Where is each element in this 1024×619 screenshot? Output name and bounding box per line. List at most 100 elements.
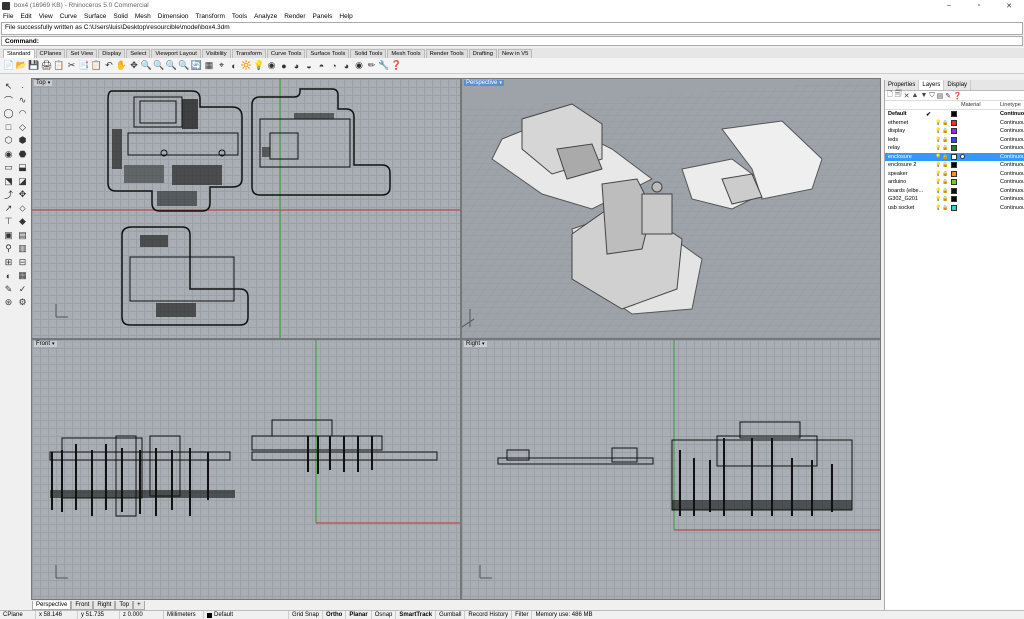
left-tool-22-icon[interactable]: ▣ — [2, 229, 15, 243]
toolbar-tab-visibility[interactable]: Visibility — [201, 49, 231, 58]
panel-tab-display[interactable]: Display — [944, 80, 972, 90]
menu-edit[interactable]: Edit — [20, 13, 31, 20]
toolbar-tool-22-icon[interactable]: ● — [278, 60, 290, 72]
left-tool-13-icon[interactable]: ⬓ — [16, 161, 29, 175]
layer-color-swatch[interactable] — [951, 204, 957, 211]
layer-row[interactable]: boards (elbe... 💡 🔒 Continuou — [885, 187, 1024, 196]
toolbar-tool-19-icon[interactable]: 🔆 — [241, 60, 253, 72]
left-tool-19-icon[interactable]: ⬦ — [16, 202, 29, 216]
viewport-top[interactable]: Top ▾ — [31, 78, 461, 339]
layer-linetype[interactable]: Continuou — [1000, 154, 1024, 160]
toolbar-tool-23-icon[interactable]: ◕ — [291, 60, 303, 72]
lock-icon[interactable]: 🔒 — [942, 188, 948, 194]
left-tool-18-icon[interactable]: ↗ — [2, 202, 15, 216]
left-tool-32-icon[interactable]: ⊛ — [2, 296, 15, 310]
layer-linetype[interactable]: Continuou — [1000, 162, 1024, 168]
menu-view[interactable]: View — [39, 13, 53, 20]
toolbar-tool-0-icon[interactable]: 📄 — [3, 60, 15, 72]
new-sublayer-icon[interactable]: 🗐 — [895, 90, 902, 101]
layer-color-swatch[interactable] — [951, 153, 957, 160]
left-tool-20-icon[interactable]: ⊤ — [2, 215, 15, 229]
menu-file[interactable]: File — [3, 13, 13, 20]
viewport-top-label[interactable]: Top ▾ — [34, 80, 53, 86]
layer-row[interactable]: arduino 💡 🔒 Continuou — [885, 178, 1024, 187]
visibility-bulb-icon[interactable]: 💡 — [935, 145, 941, 151]
layer-row[interactable]: relay 💡 🔒 Continuou — [885, 144, 1024, 153]
viewport-tab-right[interactable]: Right — [93, 600, 116, 610]
menu-tools[interactable]: Tools — [232, 13, 247, 20]
layer-linetype[interactable]: Continuou — [1000, 196, 1024, 202]
left-tool-23-icon[interactable]: ▤ — [16, 229, 29, 243]
menu-analyze[interactable]: Analyze — [254, 13, 277, 20]
toolbar-tool-31-icon[interactable]: ❓ — [391, 60, 403, 72]
gumball-toggle[interactable]: Gumball — [436, 610, 466, 619]
visibility-bulb-icon[interactable]: 💡 — [935, 196, 941, 202]
layer-linetype[interactable]: Continuou — [1000, 205, 1024, 211]
left-tool-1-icon[interactable]: · — [16, 80, 29, 94]
menu-help[interactable]: Help — [339, 13, 352, 20]
left-tool-7-icon[interactable]: ◇ — [16, 121, 29, 135]
toolbar-tool-13-icon[interactable]: 🔍 — [166, 60, 178, 72]
toolbar-tab-viewport-layout[interactable]: Viewport Layout — [151, 49, 201, 58]
visibility-bulb-icon[interactable]: 💡 — [935, 120, 941, 126]
menu-mesh[interactable]: Mesh — [135, 13, 151, 20]
toolbar-tab-new-in-v5[interactable]: New in V5 — [497, 49, 533, 58]
panel-tab-properties[interactable]: Properties — [885, 80, 920, 90]
visibility-bulb-icon[interactable]: 💡 — [935, 171, 941, 177]
layer-color-swatch[interactable] — [951, 111, 957, 118]
toolbar-tool-25-icon[interactable]: ◓ — [316, 60, 328, 72]
layer-color-swatch[interactable] — [951, 170, 957, 177]
toolbar-tool-14-icon[interactable]: 🔍 — [178, 60, 190, 72]
filter-icon[interactable]: ⛉ — [929, 92, 934, 100]
layer-linetype[interactable]: Continuou — [1000, 171, 1024, 177]
toolbar-tool-2-icon[interactable]: 💾 — [28, 60, 40, 72]
toolbar-tool-10-icon[interactable]: ✥ — [128, 60, 140, 72]
close-button[interactable]: ✕ — [994, 0, 1024, 11]
lock-icon[interactable]: 🔒 — [942, 154, 948, 160]
menu-render[interactable]: Render — [284, 13, 305, 20]
viewport-perspective[interactable]: Perspective ▾ — [461, 78, 881, 339]
layer-row[interactable]: enclosure 💡 🔒 Continuou — [885, 152, 1024, 161]
grid-snap-toggle[interactable]: Grid Snap — [289, 610, 324, 619]
left-tool-21-icon[interactable]: ◆ — [16, 215, 29, 229]
left-tool-15-icon[interactable]: ◪ — [16, 175, 29, 189]
toolbar-tool-20-icon[interactable]: 💡 — [253, 60, 265, 72]
visibility-bulb-icon[interactable]: 💡 — [935, 137, 941, 143]
toolbar-tool-26-icon[interactable]: ◔ — [328, 60, 340, 72]
panel-tab-layers[interactable]: Layers — [919, 80, 945, 90]
left-tool-4-icon[interactable]: ◯ — [2, 107, 15, 121]
left-tool-8-icon[interactable]: ⬡ — [2, 134, 15, 148]
toolbar-tool-8-icon[interactable]: ↶ — [103, 60, 115, 72]
toolbar-tab-display[interactable]: Display — [98, 49, 126, 58]
layer-color-swatch[interactable] — [951, 187, 957, 194]
toolbar-tab-surface-tools[interactable]: Surface Tools — [306, 49, 350, 58]
toolbar-tool-4-icon[interactable]: 📋 — [53, 60, 65, 72]
layer-row[interactable]: speaker 💡 🔒 Continuou — [885, 170, 1024, 179]
lock-icon[interactable]: 🔒 — [942, 128, 948, 134]
lock-icon[interactable]: 🔒 — [942, 179, 948, 185]
new-layer-icon[interactable]: 🗋 — [887, 90, 893, 101]
toolbar-tool-18-icon[interactable]: ◐ — [228, 60, 240, 72]
minimize-button[interactable]: – — [934, 0, 964, 11]
visibility-bulb-icon[interactable]: 💡 — [935, 179, 941, 185]
toolbar-tool-9-icon[interactable]: ✋ — [116, 60, 128, 72]
left-tool-10-icon[interactable]: ◉ — [2, 148, 15, 162]
layer-options-icon[interactable]: ▤ — [937, 92, 944, 100]
left-tool-26-icon[interactable]: ⊞ — [2, 256, 15, 270]
left-tool-0-icon[interactable]: ↖ — [2, 80, 15, 94]
layer-color-swatch[interactable] — [951, 196, 957, 203]
layer-row[interactable]: leds 💡 🔒 Continuou — [885, 136, 1024, 145]
viewport-right[interactable]: Right ▾ — [461, 339, 881, 600]
help-icon[interactable]: ❓ — [953, 92, 962, 100]
toolbar-tab-select[interactable]: Select — [126, 49, 151, 58]
filter-toggle[interactable]: Filter — [512, 610, 533, 619]
toolbar-tab-drafting[interactable]: Drafting — [468, 49, 497, 58]
layer-linetype[interactable]: Continuou — [1000, 179, 1024, 185]
layer-linetype[interactable]: Continuo — [1000, 111, 1024, 117]
current-layer[interactable]: Default — [204, 610, 289, 619]
toolbar-tab-set-view[interactable]: Set View — [66, 49, 98, 58]
planar-toggle[interactable]: Planar — [346, 610, 372, 619]
toolbar-tool-6-icon[interactable]: 📑 — [78, 60, 90, 72]
toolbar-tool-12-icon[interactable]: 🔍 — [153, 60, 165, 72]
left-tool-27-icon[interactable]: ⊟ — [16, 256, 29, 270]
